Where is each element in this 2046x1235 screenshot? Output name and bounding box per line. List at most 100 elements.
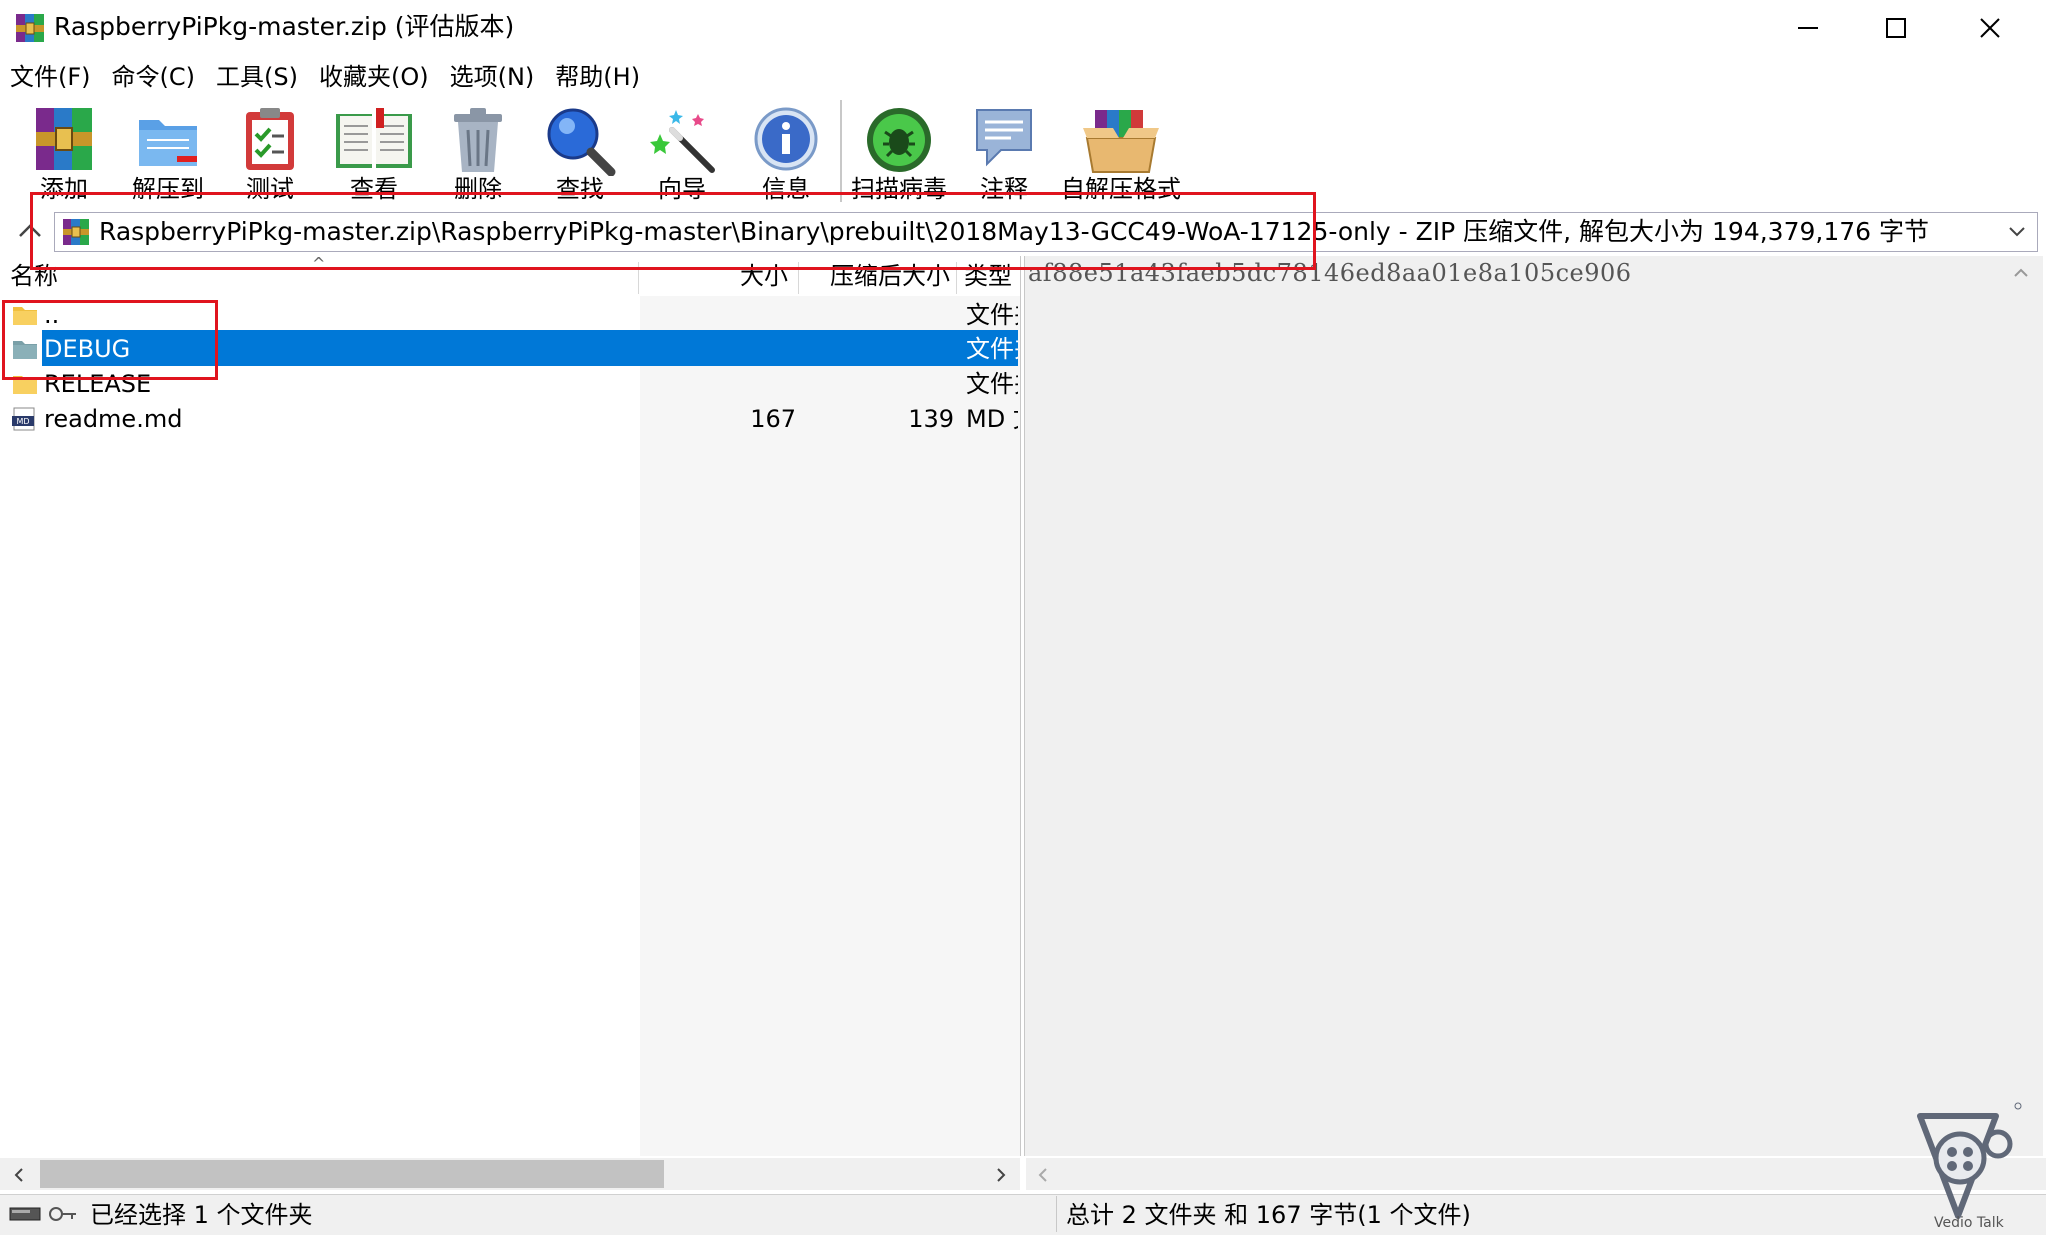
scan-virus-button[interactable]: 扫描病毒 xyxy=(846,96,952,208)
file-row-release[interactable]: RELEASE 文件夹 xyxy=(2,367,1018,401)
toolbar: 添加 解压到 测试 查看 删除 查找 向导 信息 扫描病毒 注释 自解压格式 xyxy=(0,96,2046,208)
column-header-name[interactable]: 名称 xyxy=(10,258,58,294)
find-button[interactable]: 查找 xyxy=(528,96,632,208)
column-header-size[interactable]: 大小 xyxy=(740,258,788,294)
status-separator xyxy=(1056,1196,1057,1232)
extract-to-button[interactable]: 解压到 xyxy=(116,96,220,208)
watermark-logo-icon xyxy=(1906,1100,2026,1228)
minimize-button[interactable] xyxy=(1764,0,1852,56)
folder-icon xyxy=(13,341,37,359)
info-label: 信息 xyxy=(762,175,810,203)
file-name: RELEASE xyxy=(44,370,152,398)
virus-scan-icon xyxy=(867,108,931,172)
preview-hscrollbar[interactable] xyxy=(1026,1158,2046,1190)
file-size: 167 xyxy=(750,405,796,433)
wizard-button[interactable]: 向导 xyxy=(630,96,734,208)
folder-extract-icon xyxy=(139,120,197,166)
file-type: 文件夹 xyxy=(966,370,1018,398)
maximize-button[interactable] xyxy=(1852,0,1940,56)
magnifier-icon xyxy=(547,108,616,176)
column-header-packed[interactable]: 压缩后大小 xyxy=(830,258,950,294)
comment-button[interactable]: 注释 xyxy=(952,96,1056,208)
address-bar[interactable]: RaspberryPiPkg-master.zip\RaspberryPiPkg… xyxy=(54,212,2038,252)
delete-label: 删除 xyxy=(454,175,502,203)
file-row-readme[interactable]: MD readme.md 167 139 MD 文件 xyxy=(2,402,1018,436)
sort-ascending-icon: ^ xyxy=(312,254,326,273)
chevron-down-icon xyxy=(2009,227,2025,237)
status-total: 总计 2 文件夹 和 167 字节(1 个文件) xyxy=(1066,1201,1471,1229)
delete-button[interactable]: 删除 xyxy=(426,96,530,208)
info-button[interactable]: 信息 xyxy=(734,96,838,208)
magic-wand-icon xyxy=(650,110,715,173)
find-label: 查找 xyxy=(556,175,604,203)
close-icon xyxy=(1980,18,2000,38)
scroll-right-button[interactable] xyxy=(990,1164,1012,1186)
sfx-label: 自解压格式 xyxy=(1061,175,1181,203)
test-label: 测试 xyxy=(246,175,294,203)
chevron-right-icon xyxy=(997,1168,1006,1182)
folder-icon xyxy=(13,376,37,394)
scroll-thumb[interactable] xyxy=(40,1160,664,1188)
chevron-up-icon xyxy=(2014,268,2028,277)
menu-tools[interactable]: 工具(S) xyxy=(206,59,309,95)
preview-scroll-up[interactable] xyxy=(2010,262,2032,284)
view-label: 查看 xyxy=(350,175,398,203)
toolbar-separator xyxy=(840,100,842,202)
window-title: RaspberryPiPkg-master.zip (评估版本) xyxy=(54,12,515,41)
markdown-file-icon: MD xyxy=(12,407,35,431)
column-header-type[interactable]: 类型 xyxy=(964,258,1018,294)
test-button[interactable]: 测试 xyxy=(218,96,322,208)
file-row-debug[interactable]: DEBUG 文件夹 xyxy=(2,332,1018,366)
zip-archive-icon xyxy=(61,217,91,247)
file-type: 文件夹 xyxy=(966,301,1018,329)
minimize-icon xyxy=(1798,27,1818,29)
address-row: RaspberryPiPkg-master.zip\RaspberryPiPkg… xyxy=(0,210,2046,254)
clipboard-check-icon xyxy=(246,108,294,170)
file-name: .. xyxy=(44,301,60,329)
menu-options[interactable]: 选项(N) xyxy=(440,59,546,95)
md-badge-text: MD xyxy=(16,417,29,426)
sfx-button[interactable]: 自解压格式 xyxy=(1056,96,1186,208)
chevron-left-icon xyxy=(14,1168,23,1182)
add-archive-icon xyxy=(36,108,92,170)
column-divider[interactable] xyxy=(956,262,957,294)
self-extracting-box-icon xyxy=(1083,110,1159,173)
view-button[interactable]: 查看 xyxy=(322,96,426,208)
menu-file[interactable]: 文件(F) xyxy=(0,59,102,95)
column-divider[interactable] xyxy=(798,262,799,294)
file-name: DEBUG xyxy=(44,335,131,363)
chevron-left-icon xyxy=(1038,1168,1047,1182)
menu-bar: 文件(F) 命令(C) 工具(S) 收藏夹(O) 选项(N) 帮助(H) xyxy=(0,58,651,96)
wizard-label: 向导 xyxy=(658,175,706,203)
trash-can-icon xyxy=(454,108,502,172)
scan-virus-label: 扫描病毒 xyxy=(851,175,947,203)
drive-key-icon xyxy=(8,1202,78,1226)
maximize-icon xyxy=(1886,18,1906,38)
file-name: readme.md xyxy=(44,405,183,433)
preview-scroll-left-button[interactable] xyxy=(1032,1164,1054,1186)
file-type: MD 文件 xyxy=(966,405,1018,433)
file-type: 文件夹 xyxy=(966,335,1018,363)
comment-icon xyxy=(976,109,1032,167)
info-icon xyxy=(754,107,818,171)
folder-icon xyxy=(13,307,37,325)
menu-help[interactable]: 帮助(H) xyxy=(545,59,651,95)
close-button[interactable] xyxy=(1946,0,2034,56)
preview-pane[interactable] xyxy=(1024,256,2043,1156)
watermark-text: Vedio Talk xyxy=(1934,1215,2004,1231)
scroll-left-button[interactable] xyxy=(8,1164,30,1186)
address-path: RaspberryPiPkg-master.zip\RaspberryPiPkg… xyxy=(99,217,1929,246)
up-folder-button[interactable] xyxy=(16,218,44,246)
menu-favorites[interactable]: 收藏夹(O) xyxy=(309,59,440,95)
address-dropdown-button[interactable] xyxy=(2005,219,2029,243)
extract-to-label: 解压到 xyxy=(132,175,204,203)
file-row-parent[interactable]: .. 文件夹 xyxy=(2,298,1018,332)
up-arrow-icon xyxy=(19,224,41,237)
add-label: 添加 xyxy=(40,175,88,203)
menu-commands[interactable]: 命令(C) xyxy=(102,59,206,95)
preview-text: af88e51a43faeb5dc78146ed8aa01e8a105ce906 xyxy=(1028,259,1632,287)
column-divider[interactable] xyxy=(638,262,639,294)
winrar-app-icon xyxy=(14,12,46,44)
add-button[interactable]: 添加 xyxy=(12,96,116,208)
file-packed-size: 139 xyxy=(908,405,954,433)
